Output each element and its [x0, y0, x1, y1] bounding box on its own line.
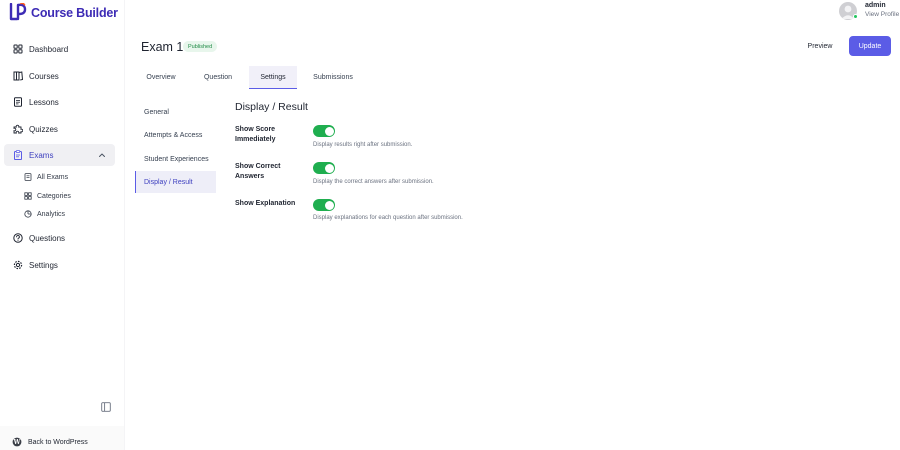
sidebar-item-quizzes[interactable]: Quizzes [4, 118, 115, 140]
settings-nav-general[interactable]: General [135, 101, 216, 123]
sidebar-subitem-label: Analytics [37, 210, 66, 218]
sidebar-item-settings[interactable]: Settings [4, 254, 115, 276]
lessons-document-icon [13, 97, 23, 107]
sidebar-item-exams[interactable]: Exams [4, 144, 115, 166]
back-to-wordpress-link[interactable]: W Back to WordPress [12, 437, 88, 447]
sidebar-subitem-all-exams[interactable]: All Exams [24, 170, 68, 184]
settings-nav-display-result[interactable]: Display / Result [135, 171, 216, 193]
sidebar-item-label: Dashboard [29, 44, 69, 54]
show-correct-answers-toggle[interactable] [313, 162, 335, 174]
courses-book-icon [13, 71, 23, 81]
settings-gear-icon [13, 260, 23, 270]
sidebar-item-lessons[interactable]: Lessons [4, 91, 115, 113]
categories-grid-icon [24, 192, 32, 200]
show-score-help: Display results right after submission. [313, 142, 413, 148]
settings-nav-attempts-access[interactable]: Attempts & Access [135, 124, 216, 146]
show-correct-answers-help: Display the correct answers after submis… [313, 179, 434, 185]
show-score-label: Show Score Immediately [235, 126, 276, 143]
sidebar-item-label: Lessons [29, 97, 59, 107]
tab-question[interactable]: Question [193, 66, 243, 89]
sidebar-subitem-analytics[interactable]: Analytics [24, 207, 65, 221]
sidebar-item-label: Exams [29, 150, 54, 160]
brand-logo-icon [9, 3, 27, 21]
view-profile-link[interactable]: View Profile [865, 11, 899, 18]
dashboard-grid-icon [13, 44, 23, 54]
sidebar-item-label: Quizzes [29, 124, 58, 134]
brand-logo[interactable]: Course Builder [8, 3, 118, 22]
preview-button[interactable]: Preview [800, 37, 840, 56]
sidebar-subitem-label: Categories [37, 192, 71, 200]
online-status-dot [853, 14, 858, 19]
sidebar-item-label: Questions [29, 233, 66, 243]
quizzes-puzzle-icon [13, 124, 23, 134]
chevron-up-icon[interactable] [98, 151, 106, 159]
tab-overview[interactable]: Overview [135, 66, 187, 89]
sidebar-subitem-label: All Exams [37, 173, 69, 181]
section-title: Display / Result [235, 101, 308, 113]
sidebar-item-label: Settings [29, 260, 58, 270]
sidebar-item-dashboard[interactable]: Dashboard [4, 38, 115, 60]
svg-text:W: W [13, 439, 21, 446]
back-to-wordpress-label: Back to WordPress [28, 438, 88, 446]
wordpress-icon: W [12, 437, 22, 447]
sidebar-divider [124, 0, 125, 450]
sidebar-subitem-categories[interactable]: Categories [24, 189, 71, 203]
settings-nav-student-experiences[interactable]: Student Experiences [135, 148, 216, 170]
sidebar-collapse-icon[interactable] [101, 402, 111, 412]
questions-help-icon [13, 233, 23, 243]
page-title: Exam 1 [141, 40, 184, 54]
show-explanation-toggle[interactable] [313, 199, 335, 211]
show-score-toggle[interactable] [313, 125, 335, 137]
analytics-pie-icon [24, 210, 32, 218]
sidebar-item-label: Courses [29, 71, 59, 81]
status-badge: Published [183, 41, 218, 52]
exams-clipboard-icon [13, 150, 23, 160]
show-correct-answers-label: Show Correct Answers [235, 163, 281, 180]
update-button[interactable]: Update [849, 36, 891, 56]
tab-settings[interactable]: Settings [249, 66, 297, 89]
tab-submissions[interactable]: Submissions [305, 66, 361, 89]
sidebar-item-courses[interactable]: Courses [4, 65, 115, 87]
sidebar-item-questions[interactable]: Questions [4, 227, 115, 249]
show-explanation-help: Display explanations for each question a… [313, 215, 463, 221]
show-explanation-label: Show Explanation [235, 200, 296, 207]
user-name: admin [865, 2, 886, 9]
brand-name: Course Builder [31, 5, 118, 20]
list-icon [24, 173, 32, 181]
